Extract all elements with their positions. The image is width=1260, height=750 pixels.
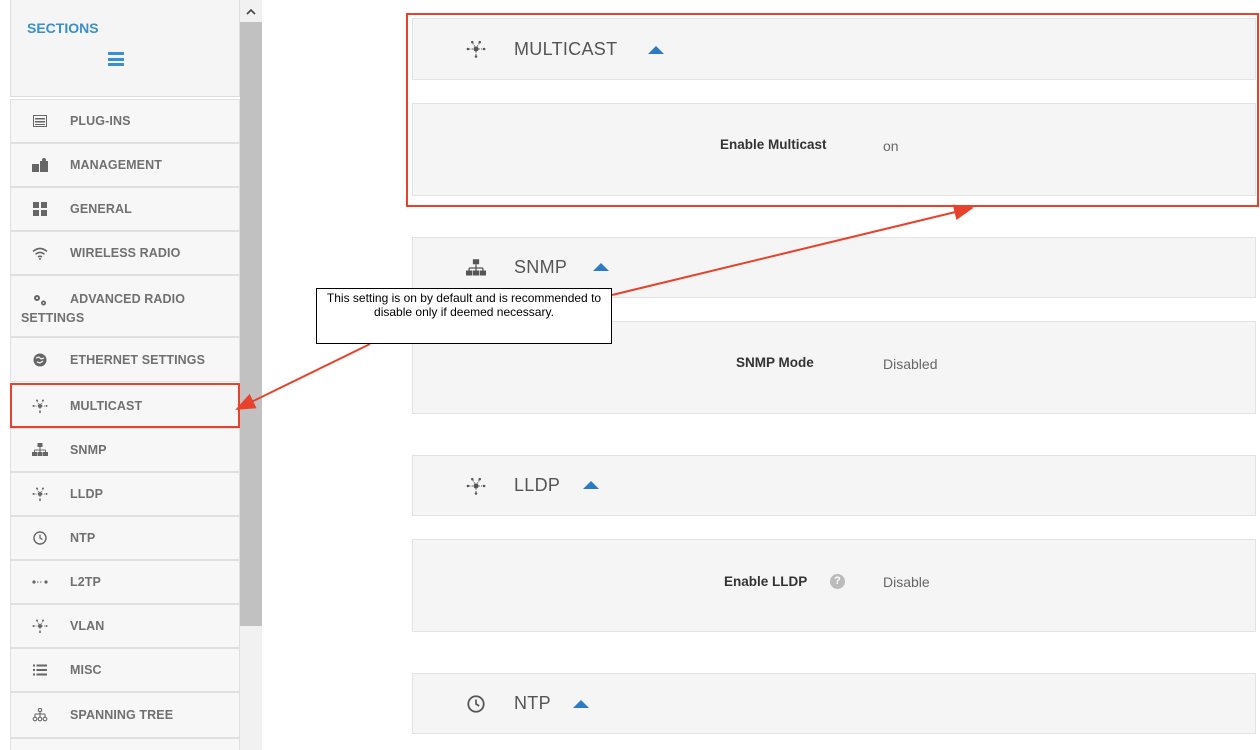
- enable-lldp-label: Enable LLDP: [724, 574, 808, 589]
- network-tree-icon: [465, 257, 487, 279]
- ntp-section-header[interactable]: NTP: [412, 673, 1256, 734]
- wifi-icon: [31, 244, 49, 262]
- sections-header: SECTIONS: [10, 0, 240, 97]
- sidebar-item-label: VLAN: [70, 619, 105, 633]
- sidebar-item-label: L2TP: [70, 575, 101, 589]
- lldp-settings-panel: Enable LLDP ? Disable: [412, 539, 1256, 632]
- list-icon: [31, 661, 49, 679]
- sidebar-item-multicast[interactable]: MULTICAST: [10, 383, 240, 428]
- sidebar-item-lldp[interactable]: LLDP: [10, 472, 240, 516]
- lldp-section-header[interactable]: LLDP: [412, 455, 1256, 516]
- scroll-up-arrow-icon[interactable]: [240, 0, 262, 22]
- sidebar-item-label: SNMP: [70, 443, 107, 457]
- sidebar-item-label: ADVANCED RADIO SETTINGS: [21, 292, 186, 325]
- help-icon[interactable]: ?: [830, 574, 845, 589]
- clock-icon: [465, 693, 487, 715]
- sidebar-item-label: WIRELESS RADIO: [70, 246, 181, 260]
- section-title: SNMP: [514, 257, 568, 277]
- sidebar-item-label: MULTICAST: [70, 398, 143, 413]
- ethernet-icon: [31, 351, 49, 369]
- enable-lldp-value[interactable]: Disable: [883, 574, 930, 590]
- snmp-mode-label: SNMP Mode: [736, 355, 814, 370]
- collapse-caret-icon[interactable]: [583, 481, 599, 489]
- tree-icon: [31, 706, 49, 724]
- sidebar-item-management[interactable]: MANAGEMENT: [10, 143, 240, 187]
- sidebar-item-wireless-radio[interactable]: WIRELESS RADIO: [10, 231, 240, 275]
- multicast-highlight-box: [406, 13, 1259, 207]
- sidebar-item-spanning-tree[interactable]: SPANNING TREE: [10, 692, 240, 738]
- sidebar-item-ethernet-settings[interactable]: ETHERNET SETTINGS: [10, 337, 240, 382]
- collapse-caret-icon[interactable]: [573, 700, 589, 708]
- sections-title: SECTIONS: [27, 20, 99, 36]
- multicast-icon: [465, 475, 487, 497]
- sidebar-item-label: MISC: [70, 663, 102, 677]
- section-title: LLDP: [514, 475, 561, 495]
- network-tree-icon: [31, 441, 49, 459]
- list-icon: [31, 112, 49, 130]
- clock-icon: [31, 529, 49, 547]
- dots-icon: [31, 573, 49, 591]
- sidebar-item-label: GENERAL: [70, 202, 132, 216]
- sidebar-item-snmp[interactable]: SNMP: [10, 428, 240, 472]
- sidebar-item-partial[interactable]: [10, 738, 240, 750]
- sidebar-item-label: ETHERNET SETTINGS: [70, 352, 206, 367]
- sidebar-item-l2tp[interactable]: L2TP: [10, 560, 240, 604]
- multicast-icon: [31, 617, 49, 635]
- scrollbar-thumb[interactable]: [240, 22, 262, 626]
- sidebar-item-label: SPANNING TREE: [70, 708, 174, 722]
- collapse-caret-icon[interactable]: [593, 263, 609, 271]
- section-title: NTP: [514, 693, 551, 713]
- annotation-callout: This setting is on by default and is rec…: [316, 288, 612, 344]
- management-icon: [31, 156, 49, 174]
- sidebar: SECTIONS PLUG-INS MANAGEMENT GENERAL WIR…: [0, 0, 262, 750]
- sidebar-item-ntp[interactable]: NTP: [10, 516, 240, 560]
- sidebar-item-plug-ins[interactable]: PLUG-INS: [10, 99, 240, 143]
- sidebar-item-label: NTP: [70, 531, 96, 545]
- snmp-mode-value[interactable]: Disabled: [883, 356, 937, 372]
- grid-icon: [31, 200, 49, 218]
- sidebar-item-advanced-radio-settings[interactable]: ADVANCED RADIO SETTINGS: [10, 275, 240, 337]
- sidebar-item-label: PLUG-INS: [70, 114, 131, 128]
- sidebar-item-label: LLDP: [70, 487, 104, 501]
- hamburger-menu-icon[interactable]: [108, 52, 124, 66]
- sidebar-item-label: MANAGEMENT: [70, 158, 162, 172]
- sidebar-item-vlan[interactable]: VLAN: [10, 604, 240, 648]
- multicast-icon: [31, 397, 49, 415]
- sidebar-item-misc[interactable]: MISC: [10, 648, 240, 692]
- sidebar-item-general[interactable]: GENERAL: [10, 187, 240, 231]
- multicast-icon: [31, 485, 49, 503]
